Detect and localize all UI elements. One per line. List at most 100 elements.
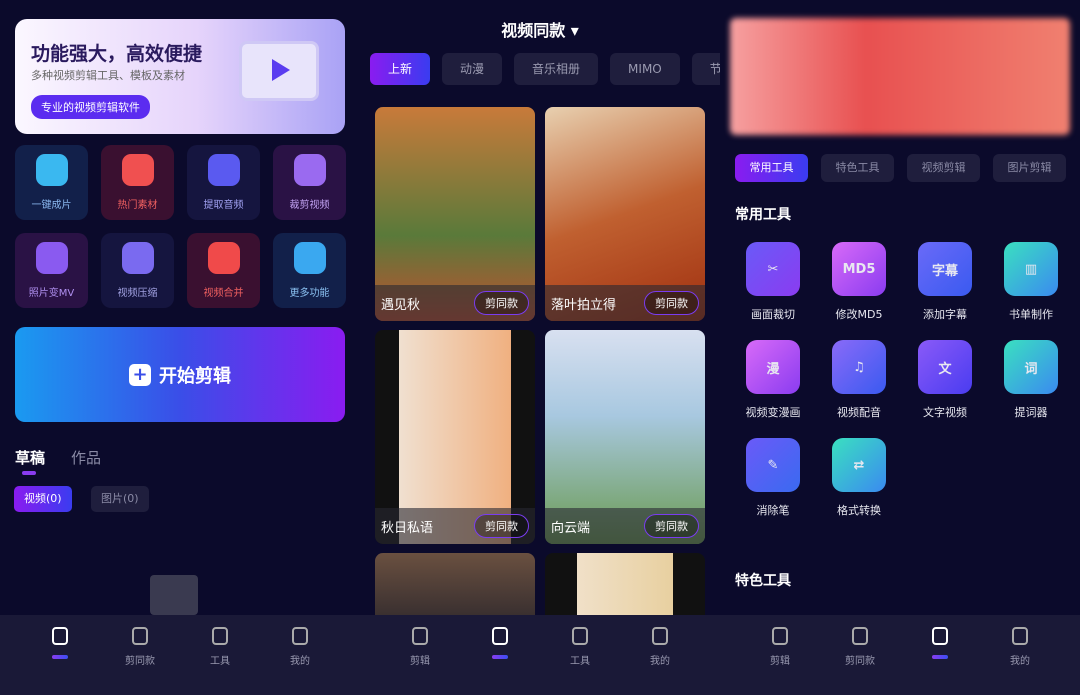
tool-item[interactable]: MD5 修改MD5 bbox=[816, 242, 902, 322]
category-tab[interactable]: 动漫 bbox=[442, 53, 503, 85]
nav-item-0[interactable] bbox=[30, 615, 90, 695]
use-template-button[interactable]: 剪同款 bbox=[474, 291, 529, 315]
tool-item[interactable]: ♫ 视频配音 bbox=[816, 340, 902, 420]
feature-tile[interactable]: 更多功能 bbox=[273, 233, 346, 308]
bottom-nav: 剪辑 工具 我的 bbox=[360, 615, 720, 695]
tool-tab[interactable]: 特色工具 bbox=[821, 154, 894, 182]
tool-item[interactable]: 漫视频变漫画 bbox=[730, 340, 816, 420]
nav-item-2[interactable]: 工具 bbox=[550, 615, 610, 695]
tile-label: 照片变MV bbox=[28, 288, 75, 299]
template-card[interactable]: 向云端 剪同款 bbox=[545, 330, 705, 544]
tool-tab[interactable]: 图片剪辑 bbox=[993, 154, 1066, 182]
nav-item-2[interactable] bbox=[910, 615, 970, 695]
tool-item[interactable]: ✂ 画面裁切 bbox=[730, 242, 816, 322]
nav-item-0[interactable]: 剪辑 bbox=[750, 615, 810, 695]
nav-label: 工具 bbox=[570, 656, 590, 667]
book-icon: ▥ bbox=[1004, 242, 1058, 296]
category-tab[interactable]: 上新 bbox=[370, 53, 431, 85]
nav-item-3[interactable]: 我的 bbox=[990, 615, 1050, 695]
banner-title: 功能强大，高效便捷 bbox=[31, 43, 203, 65]
tool-tab[interactable]: 常用工具 bbox=[735, 154, 808, 182]
feature-tile[interactable]: 裁剪视频 bbox=[273, 145, 346, 220]
film-reel-icon bbox=[35, 154, 68, 186]
plus-icon: + bbox=[129, 363, 151, 386]
chip-image[interactable]: 图片(0) bbox=[91, 486, 149, 512]
tab-works[interactable]: 作品 bbox=[71, 447, 101, 468]
format-convert-icon: ⇄ bbox=[832, 438, 886, 492]
templates-screen: 视频同款 ▾ 上新动漫音乐相册MIMO节日 遇见秋剪同款落叶拍立得剪同款秋日私语… bbox=[360, 0, 720, 695]
promo-banner[interactable]: 功能强大，高效便捷 多种视频剪辑工具、模板及素材 专业的视频剪辑软件 bbox=[15, 19, 345, 134]
tool-item[interactable]: 文文字视频 bbox=[902, 340, 988, 420]
active-indicator bbox=[932, 655, 948, 659]
category-tab[interactable]: 节日 bbox=[691, 53, 720, 85]
feature-tile[interactable]: 热门素材 bbox=[101, 145, 174, 220]
tool-grid: ✂ 画面裁切 MD5 修改MD5 字幕 添加字幕 ▥ 书单制作漫视频变漫画 ♫ 视频配音 文文字视频… bbox=[730, 242, 1075, 518]
feature-tile[interactable]: 视频压缩 bbox=[101, 233, 174, 308]
nav-item-2[interactable]: 工具 bbox=[190, 615, 250, 695]
template-card[interactable]: 遇见秋 剪同款 bbox=[375, 107, 535, 321]
category-tab[interactable]: MIMO bbox=[610, 53, 680, 85]
tool-label: 视频变漫画 bbox=[745, 406, 801, 419]
feature-tile[interactable]: 视频合并 bbox=[187, 233, 260, 308]
nav-item-0[interactable]: 剪辑 bbox=[390, 615, 450, 695]
smiley-icon bbox=[292, 627, 308, 645]
teleprompter-icon: 词 bbox=[1004, 340, 1058, 394]
tab-indicator bbox=[22, 471, 36, 475]
blurred-banner[interactable] bbox=[730, 18, 1070, 135]
use-template-button[interactable]: 剪同款 bbox=[474, 514, 529, 538]
chip-video[interactable]: 视频(0) bbox=[14, 486, 72, 512]
tool-item[interactable]: ✎ 消除笔 bbox=[730, 438, 816, 518]
template-card[interactable]: 秋日私语 剪同款 bbox=[375, 330, 535, 544]
tool-label: 提词器 bbox=[1014, 406, 1048, 419]
nav-label: 我的 bbox=[290, 656, 310, 667]
templates-title[interactable]: 视频同款 ▾ bbox=[360, 17, 720, 41]
card-caption: 秋日私语 剪同款 bbox=[375, 508, 535, 544]
start-edit-button[interactable]: + 开始剪辑 bbox=[15, 327, 345, 422]
md5-icon: MD5 bbox=[832, 242, 886, 296]
tile-label: 视频压缩 bbox=[117, 288, 158, 299]
tool-item[interactable]: ⇄ 格式转换 bbox=[816, 438, 902, 518]
tool-item[interactable]: 词提词器 bbox=[988, 340, 1074, 420]
use-template-button[interactable]: 剪同款 bbox=[644, 514, 699, 538]
feature-grid: 一键成片 热门素材 提取音频 裁剪视频照片变MV 视频压缩 视频合并 更多功能 bbox=[15, 145, 346, 308]
feature-tile[interactable]: 一键成片 bbox=[15, 145, 88, 220]
active-indicator bbox=[52, 655, 68, 659]
tile-label: 一键成片 bbox=[31, 200, 72, 211]
template-card[interactable]: 落叶拍立得 剪同款 bbox=[545, 107, 705, 321]
use-template-button[interactable]: 剪同款 bbox=[644, 291, 699, 315]
subtitle-icon: 字幕 bbox=[918, 242, 972, 296]
tool-label: 消除笔 bbox=[756, 504, 790, 517]
smiley-icon bbox=[1012, 627, 1028, 645]
feature-tile[interactable]: 照片变MV bbox=[15, 233, 88, 308]
nav-label: 剪同款 bbox=[125, 656, 155, 667]
title-text: 视频同款 bbox=[501, 21, 566, 40]
tool-tab[interactable]: 视频剪辑 bbox=[907, 154, 980, 182]
nav-item-1[interactable]: 剪同款 bbox=[110, 615, 170, 695]
nav-item-1[interactable] bbox=[470, 615, 530, 695]
feature-tile[interactable]: 提取音频 bbox=[187, 145, 260, 220]
card-title: 秋日私语 bbox=[381, 520, 434, 536]
card-caption: 落叶拍立得 剪同款 bbox=[545, 285, 705, 321]
nav-label: 剪辑 bbox=[410, 656, 430, 667]
tool-item[interactable]: 字幕 添加字幕 bbox=[902, 242, 988, 322]
nav-item-3[interactable]: 我的 bbox=[270, 615, 330, 695]
card-title: 落叶拍立得 bbox=[551, 297, 617, 313]
card-caption: 遇见秋 剪同款 bbox=[375, 285, 535, 321]
tile-label: 视频合并 bbox=[203, 288, 244, 299]
clapper-play-icon bbox=[852, 627, 868, 645]
tools-screen: 常用工具 特色工具 视频剪辑 图片剪辑 常用工具 ✂ 画面裁切 MD5 修改MD5 字幕 添加字… bbox=[720, 0, 1080, 695]
tool-label: 添加字幕 bbox=[923, 308, 967, 321]
mv-clapper-icon bbox=[35, 242, 68, 274]
nav-item-1[interactable]: 剪同款 bbox=[830, 615, 890, 695]
film-icon bbox=[772, 627, 788, 645]
category-tab[interactable]: 音乐相册 bbox=[514, 53, 599, 85]
template-card[interactable] bbox=[545, 553, 705, 615]
editor-screen: 功能强大，高效便捷 多种视频剪辑工具、模板及素材 专业的视频剪辑软件 一键成片 热… bbox=[0, 0, 360, 695]
comic-icon: 漫 bbox=[746, 340, 800, 394]
banner-pill: 专业的视频剪辑软件 bbox=[31, 95, 150, 119]
tool-item[interactable]: ▥ 书单制作 bbox=[988, 242, 1074, 322]
nav-item-3[interactable]: 我的 bbox=[630, 615, 690, 695]
template-card[interactable] bbox=[375, 553, 535, 615]
section-special-tools: 特色工具 bbox=[735, 573, 791, 589]
tab-drafts[interactable]: 草稿 bbox=[15, 447, 45, 468]
